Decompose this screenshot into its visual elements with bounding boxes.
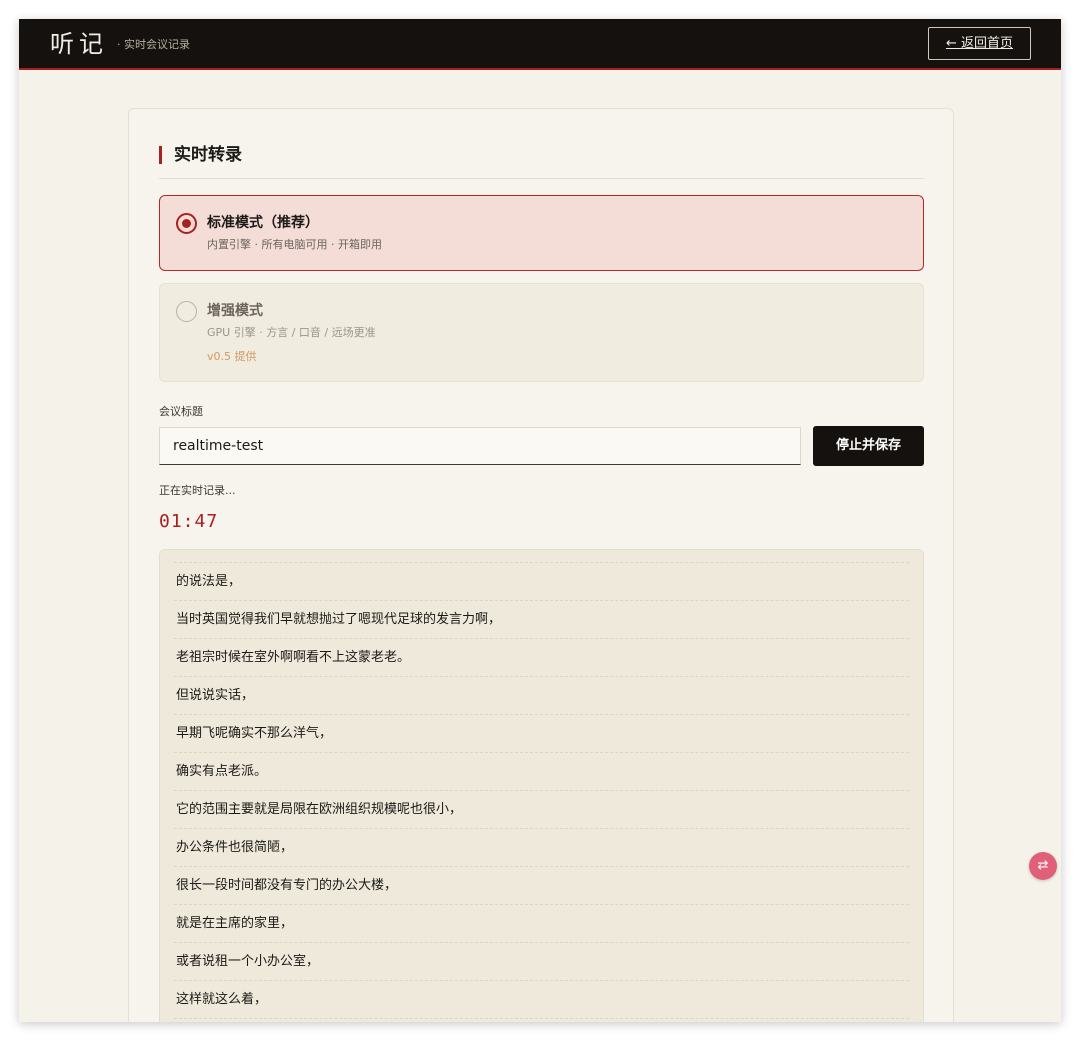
radio-unselected-icon[interactable] [176, 301, 197, 322]
transcript-line: 的说法是， [174, 563, 909, 601]
recording-timer: 01:47 [159, 511, 219, 532]
transcript-line: 早期飞呢确实不那么洋气， [174, 715, 909, 753]
meeting-title-input[interactable] [159, 427, 801, 465]
transcript-line: 或者说租一个小办公室， [174, 943, 909, 981]
transcript-line: 据说有一个版本。 [174, 550, 909, 563]
transcript-line: 办公条件也很简陋， [174, 829, 909, 867]
mode-description: 内置引擎 · 所有电脑可用 · 开箱即用 [207, 238, 382, 251]
transcript-list: 据说有一个版本。的说法是，当时英国觉得我们早就想抛过了嗯现代足球的发言力啊，老祖… [160, 550, 923, 1019]
transcript-line: 老祖宗时候在室外啊啊看不上这蒙老老。 [174, 639, 909, 677]
app-window: 听记 · 实时会议记录 ← 返回首页 实时转录 标准模式（推荐） 内置引擎 · … [19, 19, 1061, 1022]
transcript-panel[interactable]: 据说有一个版本。的说法是，当时英国觉得我们早就想抛过了嗯现代足球的发言力啊，老祖… [159, 549, 924, 1022]
radio-dot [182, 219, 191, 228]
back-home-button[interactable]: ← 返回首页 [928, 27, 1031, 60]
recording-status: 正在实时记录... [159, 484, 236, 497]
transcript-line: 但说说实话， [174, 677, 909, 715]
mode-option-standard[interactable]: 标准模式（推荐） 内置引擎 · 所有电脑可用 · 开箱即用 [159, 195, 924, 271]
transcript-line: 它的范围主要就是局限在欧洲组织规模呢也很小， [174, 791, 909, 829]
realtime-card: 实时转录 标准模式（推荐） 内置引擎 · 所有电脑可用 · 开箱即用 增强模式 … [128, 108, 954, 1022]
transcript-line: 就是在主席的家里， [174, 905, 909, 943]
transcript-line: 很长一段时间都没有专门的办公大楼， [174, 867, 909, 905]
mode-description: GPU 引擎 · 方言 / 口音 / 远场更准 [207, 326, 376, 339]
transcript-line: 当时英国觉得我们早就想抛过了嗯现代足球的发言力啊， [174, 601, 909, 639]
meeting-title-label: 会议标题 [159, 405, 203, 418]
app-logo[interactable]: 听记 [50, 29, 108, 59]
mode-name: 增强模式 [207, 303, 263, 319]
translate-icon[interactable]: ⇄ [1029, 852, 1057, 880]
stop-and-save-button[interactable]: 停止并保存 [813, 426, 924, 466]
mode-name: 标准模式（推荐） [207, 215, 319, 231]
mode-version-tag: v0.5 提供 [207, 350, 257, 363]
mode-option-enhanced[interactable]: 增强模式 GPU 引擎 · 方言 / 口音 / 远场更准 v0.5 提供 [159, 283, 924, 382]
transcript-line: 确实有点老派。 [174, 753, 909, 791]
transcript-line: 这样就这么着， [174, 981, 909, 1019]
radio-selected-icon[interactable] [176, 213, 197, 234]
top-bar: 听记 · 实时会议记录 ← 返回首页 [19, 19, 1061, 70]
section-title: 实时转录 [159, 144, 242, 166]
app-subtitle: · 实时会议记录 [117, 38, 190, 51]
section-divider [159, 178, 924, 179]
